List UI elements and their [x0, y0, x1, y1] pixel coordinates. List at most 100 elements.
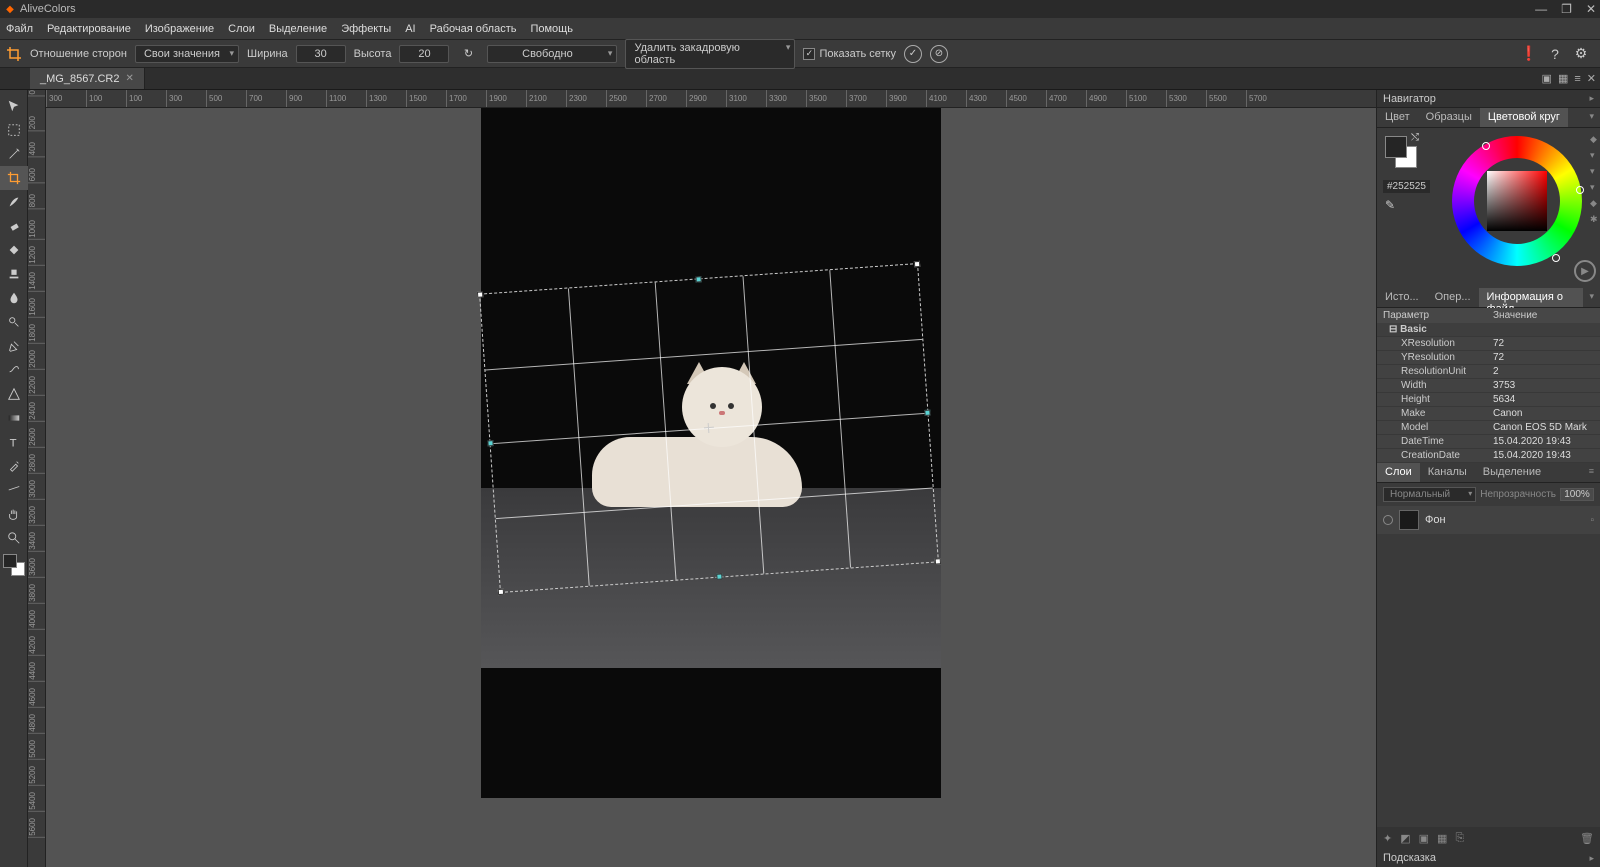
eyedropper-tool[interactable]: [0, 454, 28, 478]
smudge-tool[interactable]: [0, 358, 28, 382]
gradient-tool[interactable]: [0, 406, 28, 430]
layer-tab[interactable]: Слои: [1377, 463, 1420, 482]
info-tab[interactable]: Опер...: [1427, 288, 1479, 307]
slider-icon[interactable]: ▾: [1590, 182, 1598, 190]
wheel-marker-1[interactable]: [1482, 142, 1490, 150]
selection-tool[interactable]: [0, 118, 28, 142]
panel-menu-icon[interactable]: ▾: [1583, 288, 1600, 307]
slider-icon[interactable]: ▾: [1590, 150, 1598, 158]
apply-button[interactable]: ✓: [904, 45, 922, 63]
tab-view-icon-2[interactable]: ▦: [1558, 72, 1568, 85]
foreground-swatch[interactable]: [3, 554, 17, 568]
close-button[interactable]: ✕: [1586, 2, 1596, 16]
menu-рабочая область[interactable]: Рабочая область: [430, 23, 517, 35]
cancel-button[interactable]: ⊘: [930, 45, 948, 63]
text-tool[interactable]: T: [0, 430, 28, 454]
menu-помощь[interactable]: Помощь: [530, 23, 573, 35]
info-tab[interactable]: Исто...: [1377, 288, 1427, 307]
canvas[interactable]: [46, 108, 1376, 867]
settings-icon[interactable]: ⚙: [1572, 45, 1590, 63]
measure-tool[interactable]: [0, 478, 28, 502]
layer-copy-icon[interactable]: ⎘: [1455, 832, 1464, 845]
color-wheel[interactable]: [1452, 136, 1582, 266]
panel-menu-icon[interactable]: ≡: [1583, 463, 1600, 482]
minimize-button[interactable]: —: [1535, 2, 1547, 16]
layer-tab[interactable]: Каналы: [1420, 463, 1475, 482]
slider-icon[interactable]: ◆: [1590, 198, 1598, 206]
width-input[interactable]: 30: [296, 45, 346, 63]
move-tool[interactable]: [0, 94, 28, 118]
panel-menu-icon[interactable]: ▾: [1583, 108, 1600, 127]
menu-редактирование[interactable]: Редактирование: [47, 23, 131, 35]
document-tab[interactable]: _MG_8567.CR2 ✕: [30, 68, 145, 89]
brush-tool[interactable]: [0, 190, 28, 214]
crop-mode-dropdown[interactable]: Свободно: [487, 45, 617, 63]
play-button[interactable]: ▶: [1574, 260, 1596, 282]
crop-handle-tl[interactable]: [477, 291, 483, 297]
wheel-marker-3[interactable]: [1552, 254, 1560, 262]
navigator-header[interactable]: Навигатор ▸: [1377, 90, 1600, 108]
menu-файл[interactable]: Файл: [6, 23, 33, 35]
fg-color-swatch[interactable]: [1385, 136, 1407, 158]
layer-lock-icon[interactable]: ▫: [1590, 515, 1594, 526]
tab-view-icon-1[interactable]: ▣: [1542, 72, 1552, 85]
crop-tool[interactable]: [0, 166, 28, 190]
zoom-tool[interactable]: [0, 526, 28, 550]
menu-выделение[interactable]: Выделение: [269, 23, 327, 35]
crop-handle-r[interactable]: [924, 410, 930, 416]
layer-visibility-icon[interactable]: [1383, 515, 1393, 525]
tab-close-icon[interactable]: ✕: [126, 73, 134, 84]
layer-row[interactable]: Фон▫: [1377, 506, 1600, 534]
slider-icon[interactable]: ◆: [1590, 134, 1598, 142]
color-tab[interactable]: Цветовой круг: [1480, 108, 1568, 127]
blur-tool[interactable]: [0, 286, 28, 310]
show-grid-checkbox[interactable]: ✓ Показать сетку: [803, 48, 896, 60]
notification-icon[interactable]: ❗: [1520, 45, 1538, 63]
blend-mode-dropdown[interactable]: Нормальный: [1383, 487, 1476, 502]
hex-value[interactable]: #252525: [1383, 180, 1430, 193]
fill-tool[interactable]: [0, 238, 28, 262]
crop-handle-l[interactable]: [487, 440, 493, 446]
color-swatch-pair[interactable]: [1385, 136, 1407, 158]
eraser-tool[interactable]: [0, 214, 28, 238]
help-icon[interactable]: ?: [1546, 45, 1564, 63]
crop-handle-br[interactable]: [935, 558, 941, 564]
aspect-ratio-dropdown[interactable]: Свои значения: [135, 45, 239, 63]
stamp-tool[interactable]: [0, 262, 28, 286]
crop-handle-tr[interactable]: [914, 261, 920, 267]
swap-colors-icon[interactable]: ⤭: [1411, 132, 1419, 143]
menu-ai[interactable]: AI: [405, 23, 415, 35]
pen-tool[interactable]: [0, 334, 28, 358]
eyedropper-icon[interactable]: ✎: [1385, 198, 1395, 212]
layer-new-icon[interactable]: ▦: [1437, 832, 1447, 845]
color-tab[interactable]: Образцы: [1418, 108, 1480, 127]
dodge-tool[interactable]: [0, 310, 28, 334]
navigator-expand-icon[interactable]: ▸: [1589, 93, 1594, 104]
menu-эффекты[interactable]: Эффекты: [341, 23, 391, 35]
slider-icon[interactable]: ▾: [1590, 166, 1598, 174]
crop-handle-bl[interactable]: [498, 589, 504, 595]
wand-tool[interactable]: [0, 142, 28, 166]
crop-handle-b[interactable]: [716, 573, 722, 579]
layer-fx-icon[interactable]: ✦: [1383, 832, 1392, 845]
crop-bounding-box[interactable]: [479, 263, 939, 593]
crop-handle-t[interactable]: [695, 276, 701, 282]
color-swatches[interactable]: [3, 554, 25, 576]
info-group[interactable]: ⊟ Basic: [1377, 323, 1600, 337]
layer-mask-icon[interactable]: ◩: [1400, 832, 1410, 845]
rotate-button[interactable]: ↻: [457, 43, 479, 65]
info-tab[interactable]: Информация о файл: [1479, 288, 1584, 307]
tab-view-icon-4[interactable]: ✕: [1587, 72, 1596, 85]
menu-изображение[interactable]: Изображение: [145, 23, 214, 35]
layer-folder-icon[interactable]: ▣: [1419, 832, 1429, 845]
hand-tool[interactable]: [0, 502, 28, 526]
height-input[interactable]: 20: [399, 45, 449, 63]
color-tab[interactable]: Цвет: [1377, 108, 1418, 127]
menu-слои[interactable]: Слои: [228, 23, 255, 35]
layer-tab[interactable]: Выделение: [1475, 463, 1549, 482]
maximize-button[interactable]: ❐: [1561, 2, 1572, 16]
delete-outside-dropdown[interactable]: Удалить закадровую область: [625, 39, 795, 69]
shape-tool[interactable]: [0, 382, 28, 406]
opacity-input[interactable]: 100%: [1560, 488, 1594, 501]
color-square[interactable]: [1487, 171, 1547, 231]
